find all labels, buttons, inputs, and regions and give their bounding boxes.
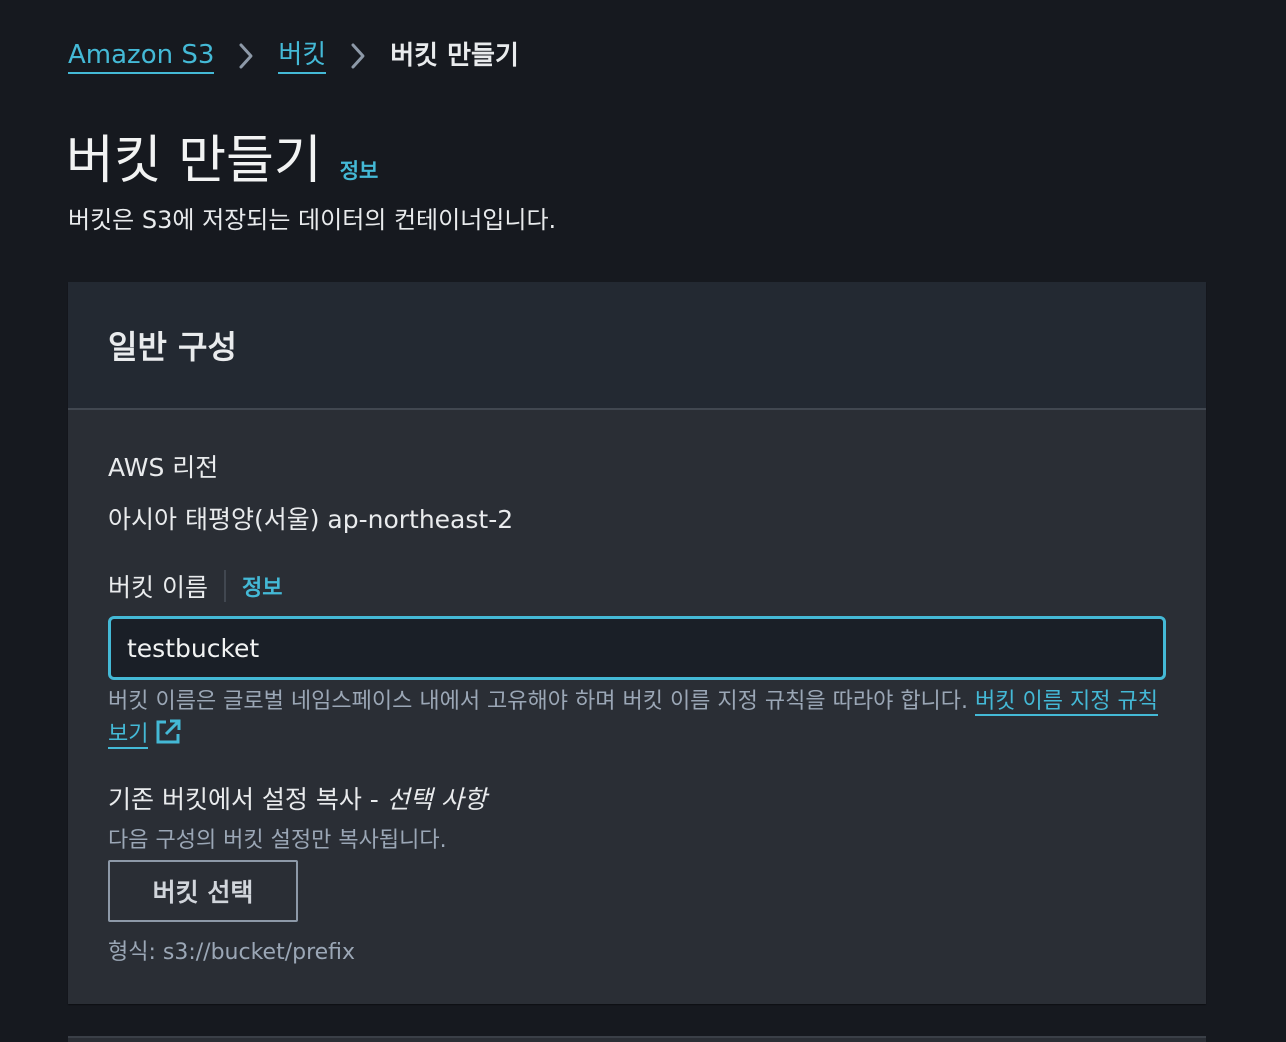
panel-header: 일반 구성 xyxy=(68,282,1206,410)
general-config-panel: 일반 구성 AWS 리전 아시아 태평양(서울) ap-northeast-2 … xyxy=(68,282,1206,1004)
format-hint: 형식: s3://bucket/prefix xyxy=(108,940,356,965)
page-title: 버킷 만들기 xyxy=(66,131,322,191)
chevron-right-icon xyxy=(214,36,278,76)
constraint-text: 버킷 이름은 글로벌 네임스페이스 내에서 고유해야 하며 버킷 이름 지정 규… xyxy=(108,689,969,714)
copy-settings-label-text: 기존 버킷에서 설정 복사 - xyxy=(108,785,387,814)
external-link-icon[interactable] xyxy=(154,718,182,756)
page-header: 버킷 만들기 정보 xyxy=(66,118,378,193)
create-bucket-page: Amazon S3 버킷 버킷 만들기 버킷 만들기 정보 버킷은 S3에 저장… xyxy=(0,0,1286,1042)
choose-bucket-button[interactable]: 버킷 선택 xyxy=(108,860,298,922)
panel-title: 일반 구성 xyxy=(108,328,237,366)
bucket-name-label: 버킷 이름 xyxy=(108,573,208,602)
next-panel-edge xyxy=(68,1036,1206,1042)
bucket-name-info-link[interactable]: 정보 xyxy=(242,570,282,602)
copy-settings-label: 기존 버킷에서 설정 복사 - 선택 사항 xyxy=(108,780,487,816)
breadcrumb-current: 버킷 만들기 xyxy=(390,41,519,71)
region-value: 아시아 태평양(서울) ap-northeast-2 xyxy=(108,505,514,534)
breadcrumb-amazon-s3[interactable]: Amazon S3 xyxy=(68,38,215,74)
bucket-name-constraint: 버킷 이름은 글로벌 네임스페이스 내에서 고유해야 하며 버킷 이름 지정 규… xyxy=(108,686,1168,756)
breadcrumb-buckets[interactable]: 버킷 xyxy=(278,38,327,74)
chevron-right-icon xyxy=(326,36,390,76)
copy-settings-description: 다음 구성의 버킷 설정만 복사됩니다. xyxy=(108,828,447,853)
region-label: AWS 리전 xyxy=(108,453,219,482)
breadcrumb: Amazon S3 버킷 버킷 만들기 xyxy=(68,36,519,76)
label-divider xyxy=(223,570,226,602)
page-description: 버킷은 S3에 저장되는 데이터의 컨테이너입니다. xyxy=(68,206,557,234)
page-info-link[interactable]: 정보 xyxy=(340,155,379,185)
copy-settings-optional: 선택 사항 xyxy=(386,785,487,814)
bucket-name-input[interactable] xyxy=(108,616,1166,680)
bucket-name-label-row: 버킷 이름 정보 xyxy=(108,568,282,604)
